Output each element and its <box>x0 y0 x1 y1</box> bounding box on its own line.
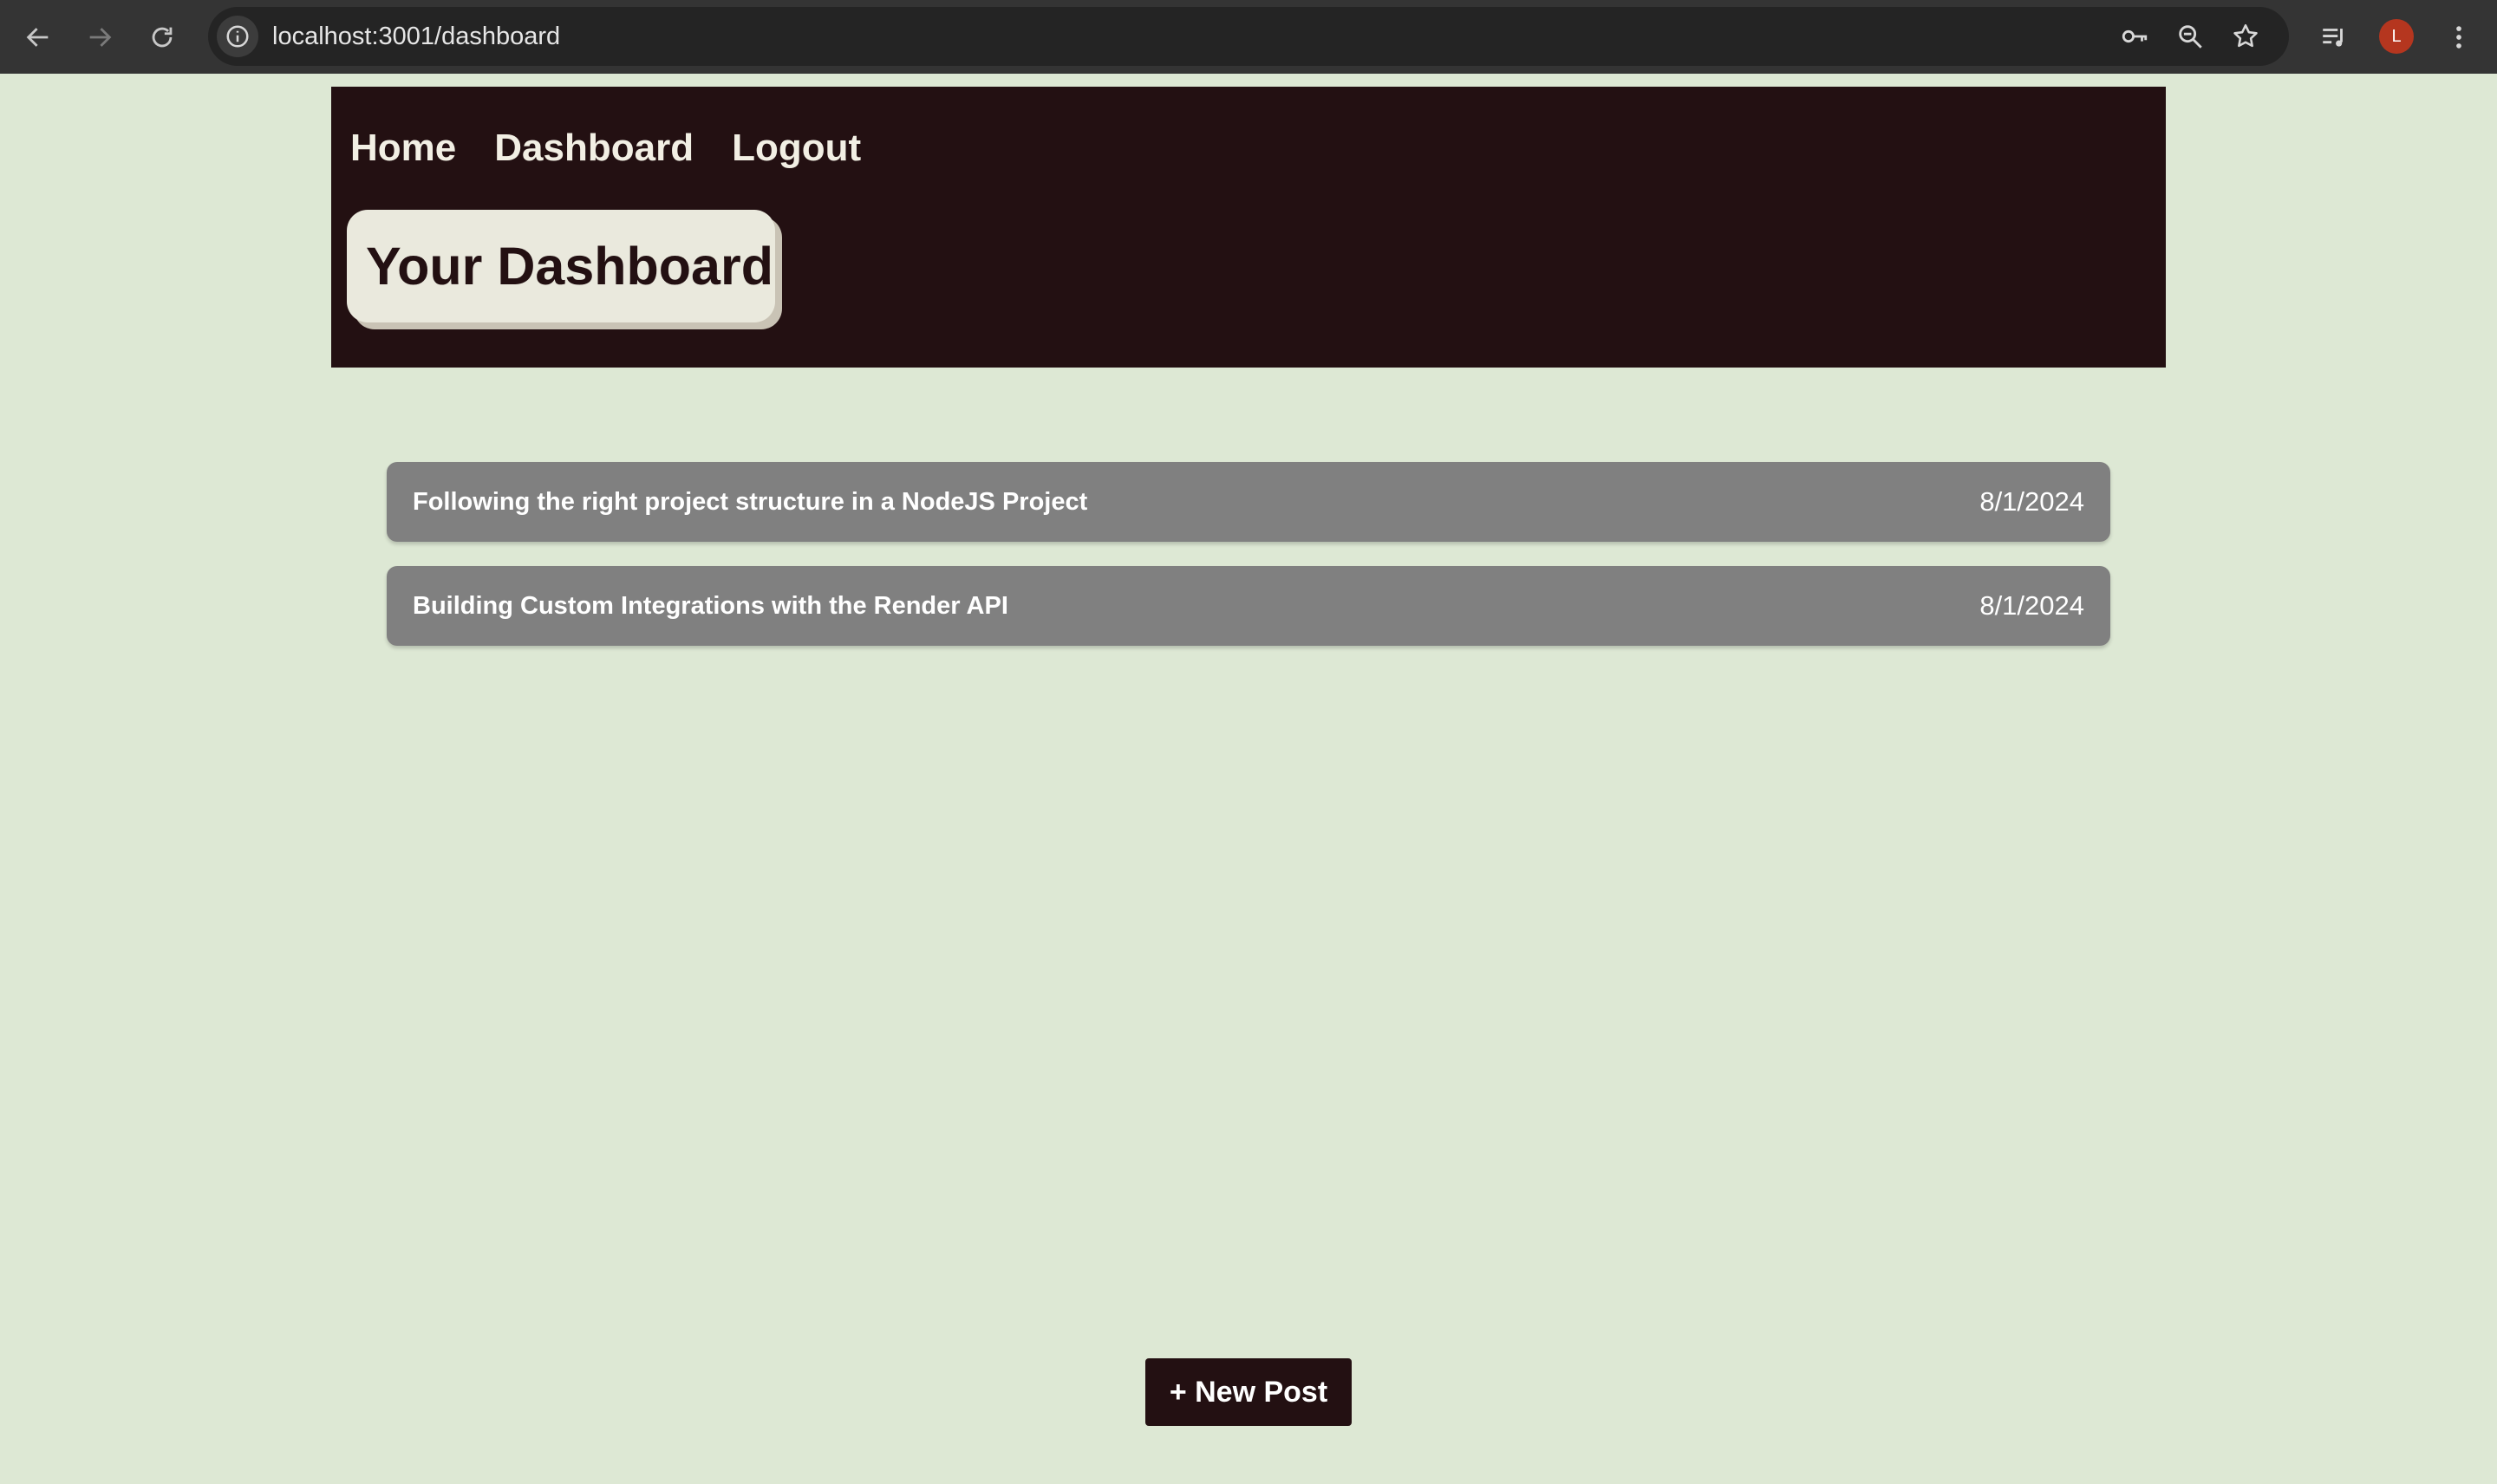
more-menu-icon <box>2456 26 2461 49</box>
password-key-icon <box>2122 29 2148 43</box>
post-title: Building Custom Integrations with the Re… <box>413 591 1008 620</box>
site-info-button[interactable] <box>217 16 258 57</box>
main-nav: Home Dashboard Logout <box>350 127 861 170</box>
nav-dashboard-link[interactable]: Dashboard <box>494 127 694 170</box>
page-title: Your Dashboard <box>366 237 773 296</box>
back-icon <box>26 28 49 47</box>
site-info-icon <box>226 25 249 48</box>
reload-button[interactable] <box>140 15 185 60</box>
forward-icon <box>89 28 112 47</box>
post-title: Following the right project structure in… <box>413 487 1088 516</box>
nav-home-link[interactable]: Home <box>350 127 456 170</box>
post-date: 8/1/2024 <box>1979 486 2084 517</box>
media-controls-icon <box>2323 29 2343 47</box>
post-date: 8/1/2024 <box>1979 590 2084 621</box>
password-key-button[interactable] <box>2114 16 2155 57</box>
zoom-icon <box>2179 25 2202 49</box>
address-bar[interactable]: localhost:3001/dashboard <box>208 7 2289 66</box>
post-item[interactable]: Building Custom Integrations with the Re… <box>387 566 2110 646</box>
zoom-button[interactable] <box>2169 16 2211 57</box>
nav-logout-link[interactable]: Logout <box>732 127 861 170</box>
media-controls-button[interactable] <box>2311 15 2357 60</box>
post-item[interactable]: Following the right project structure in… <box>387 462 2110 542</box>
back-button[interactable] <box>16 15 61 60</box>
profile-avatar[interactable]: L <box>2379 19 2414 54</box>
site-header: Home Dashboard Logout Your Dashboard <box>331 87 2166 368</box>
forward-button[interactable] <box>77 15 122 60</box>
browser-toolbar: localhost:3001/dashboard L <box>0 0 2497 74</box>
bookmark-star-icon <box>2233 23 2258 48</box>
bookmark-button[interactable] <box>2225 16 2266 57</box>
new-post-button[interactable]: + New Post <box>1145 1358 1352 1426</box>
reload-icon <box>152 27 173 48</box>
page-title-card: Your Dashboard <box>347 210 775 322</box>
url-text[interactable]: localhost:3001/dashboard <box>272 7 560 66</box>
post-list: Following the right project structure in… <box>387 462 2110 670</box>
more-menu-button[interactable] <box>2436 15 2481 60</box>
